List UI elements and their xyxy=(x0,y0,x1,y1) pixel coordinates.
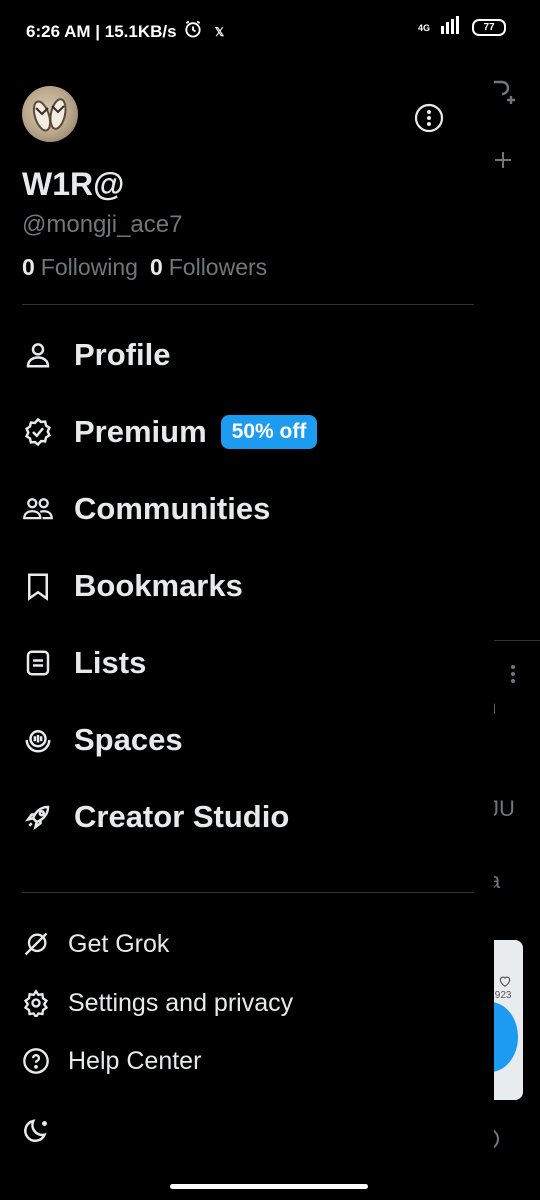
user-handle: @mongji_ace7 xyxy=(22,211,183,238)
nav-communities[interactable]: Communities xyxy=(22,484,270,534)
help-icon xyxy=(22,1047,50,1075)
follow-stats: 0 Following 0 Followers xyxy=(22,254,267,281)
nav-premium[interactable]: Premium 50% off xyxy=(22,407,318,457)
network-icon: 4G xyxy=(417,22,430,33)
display-mode-button[interactable] xyxy=(22,1116,52,1151)
list-icon xyxy=(22,647,54,679)
avatar[interactable] xyxy=(22,86,78,142)
status-time-speed: 6:26 AM | 15.1KB/s xyxy=(26,21,177,41)
nav-profile[interactable]: Profile xyxy=(22,330,170,380)
plus-icon xyxy=(493,150,513,175)
background-more-icon xyxy=(510,664,516,689)
status-bar: 6:26 AM | 15.1KB/s 𝕏 4G 77 xyxy=(0,0,540,58)
battery-icon: 77 xyxy=(472,19,506,36)
nav-settings-privacy[interactable]: Settings and privacy xyxy=(22,983,293,1023)
status-left: 6:26 AM | 15.1KB/s 𝕏 xyxy=(26,19,224,44)
nav-get-grok[interactable]: Get Grok xyxy=(22,924,169,964)
followers-link[interactable]: 0 Followers xyxy=(150,254,267,281)
verified-badge-icon xyxy=(22,416,54,448)
moon-icon xyxy=(24,1119,47,1142)
x-notification-icon: 𝕏 xyxy=(214,24,225,39)
divider xyxy=(22,892,474,893)
grok-icon xyxy=(22,930,50,958)
discount-badge: 50% off xyxy=(220,415,318,449)
alarm-icon xyxy=(183,19,203,44)
display-name[interactable]: W1R@ xyxy=(22,166,124,203)
person-icon xyxy=(22,339,54,371)
gear-icon xyxy=(22,989,50,1017)
nav-lists[interactable]: Lists xyxy=(22,638,146,688)
people-icon xyxy=(22,493,54,525)
following-link[interactable]: 0 Following xyxy=(22,254,138,281)
rocket-icon xyxy=(22,801,54,833)
signal-icon xyxy=(440,16,462,39)
nav-creator-studio[interactable]: Creator Studio xyxy=(22,792,289,842)
nav-spaces[interactable]: Spaces xyxy=(22,715,183,765)
nav-help-center[interactable]: Help Center xyxy=(22,1041,201,1081)
nav-bookmarks[interactable]: Bookmarks xyxy=(22,561,243,611)
spaces-icon xyxy=(22,724,54,756)
background-separator xyxy=(494,640,540,641)
divider xyxy=(22,304,474,305)
home-indicator[interactable] xyxy=(170,1184,368,1189)
more-options-button[interactable] xyxy=(414,103,444,133)
background-count: ,923 xyxy=(492,990,512,1001)
status-right: 4G 77 xyxy=(418,16,506,39)
avatar-image-icon xyxy=(32,98,67,132)
navigation-drawer: W1R@ @mongji_ace7 0 Following 0 Followers … xyxy=(0,58,494,1200)
more-options-icon xyxy=(414,103,444,133)
bookmark-icon xyxy=(22,570,54,602)
